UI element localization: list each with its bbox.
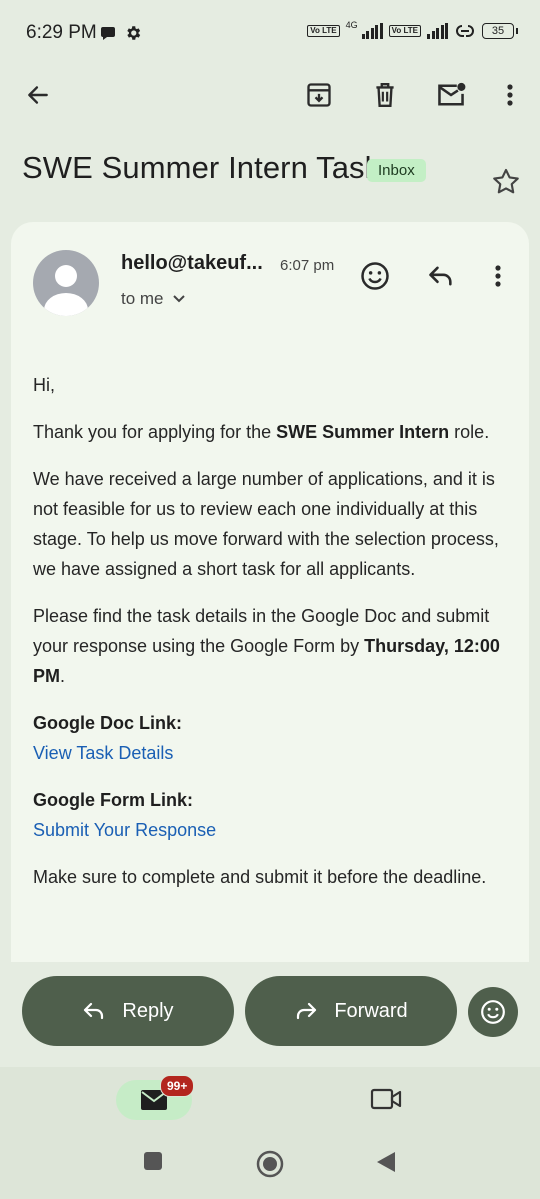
form-link-heading: Google Form Link:	[33, 790, 193, 810]
body-paragraph-1: Thank you for applying for the SWE Summe…	[33, 422, 490, 442]
reply-label: Reply	[122, 999, 174, 1022]
message-card: hello@takeuf... 6:07 pm to me Hi, Thank …	[11, 222, 529, 962]
emoji-icon	[361, 262, 389, 290]
signal-icon-2	[427, 23, 448, 39]
more-options-button[interactable]	[488, 73, 532, 117]
reply-icon	[84, 1002, 104, 1020]
toolbar	[0, 66, 540, 124]
message-actions: Reply Forward	[0, 976, 540, 1046]
emoji-reaction-button[interactable]	[468, 987, 518, 1037]
volte-icon-2: Vo LTE	[388, 25, 421, 37]
forward-label: Forward	[334, 999, 408, 1022]
doc-link-heading: Google Doc Link:	[33, 713, 183, 733]
body-paragraph-4: Make sure to complete and submit it befo…	[33, 867, 487, 887]
star-outline-icon	[493, 168, 519, 194]
video-icon	[370, 1088, 402, 1110]
status-bar: 6:29 PM Vo LTE 4G Vo LTE 35	[0, 0, 540, 66]
inbox-label-badge[interactable]: Inbox	[367, 159, 426, 182]
network-type-label: 4G	[345, 20, 358, 30]
message-body: Hi, Thank you for applying for the SWE S…	[33, 370, 503, 909]
view-task-details-link[interactable]: View Task Details	[33, 743, 173, 763]
archive-icon	[307, 83, 331, 107]
reply-button[interactable]: Reply	[22, 976, 234, 1046]
link-icon	[456, 25, 474, 37]
more-vert-icon	[507, 84, 513, 106]
battery-icon: 35	[482, 23, 518, 39]
message-more-button[interactable]	[476, 254, 520, 298]
submit-response-link[interactable]: Submit Your Response	[33, 820, 216, 840]
signal-icon	[361, 23, 383, 39]
recents-button[interactable]	[142, 1150, 164, 1177]
doc-link-block: Google Doc Link: View Task Details	[33, 708, 503, 768]
add-reaction-button[interactable]	[353, 254, 397, 298]
email-subject: SWE Summer Intern Task	[22, 150, 381, 185]
home-circle-icon	[256, 1150, 284, 1178]
emoji-icon	[481, 1000, 505, 1024]
recipient-label: to me	[121, 289, 164, 308]
chat-bubble-icon	[101, 27, 115, 40]
body-paragraph-3: Please find the task details in the Goog…	[33, 606, 500, 686]
mark-unread-button[interactable]	[429, 73, 473, 117]
person-icon	[44, 265, 88, 316]
message-time: 6:07 pm	[280, 257, 335, 274]
arrow-left-icon	[28, 86, 48, 104]
body-paragraph-2: We have received a large number of appli…	[33, 469, 499, 579]
back-button[interactable]	[16, 73, 60, 117]
sender-name[interactable]: hello@takeuf...	[121, 252, 263, 275]
forward-icon	[297, 1002, 317, 1020]
more-vert-icon	[495, 265, 501, 287]
sender-avatar[interactable]	[33, 250, 99, 316]
bottom-navigation: 99+	[0, 1067, 540, 1199]
recipient-details-toggle[interactable]: to me	[121, 289, 186, 309]
home-button[interactable]	[256, 1150, 284, 1183]
chevron-down-icon	[172, 295, 185, 303]
delete-button[interactable]	[363, 73, 407, 117]
system-back-button[interactable]	[375, 1150, 397, 1179]
trash-icon	[376, 83, 394, 107]
form-link-block: Google Form Link: Submit Your Response	[33, 785, 503, 845]
square-icon	[144, 1152, 162, 1170]
mail-unread-icon	[438, 82, 466, 106]
reply-icon	[429, 266, 452, 286]
unread-count-badge: 99+	[160, 1075, 195, 1097]
greeting: Hi,	[33, 375, 55, 395]
volte-icon: Vo LTE	[307, 25, 340, 37]
settings-gear-icon	[127, 26, 141, 40]
forward-button[interactable]: Forward	[245, 976, 457, 1046]
triangle-back-icon	[377, 1152, 395, 1172]
status-time: 6:29 PM	[26, 22, 97, 43]
star-button[interactable]	[490, 166, 522, 203]
archive-button[interactable]	[297, 73, 341, 117]
reply-icon-button[interactable]	[419, 254, 463, 298]
nav-meet-tab[interactable]	[370, 1087, 402, 1116]
